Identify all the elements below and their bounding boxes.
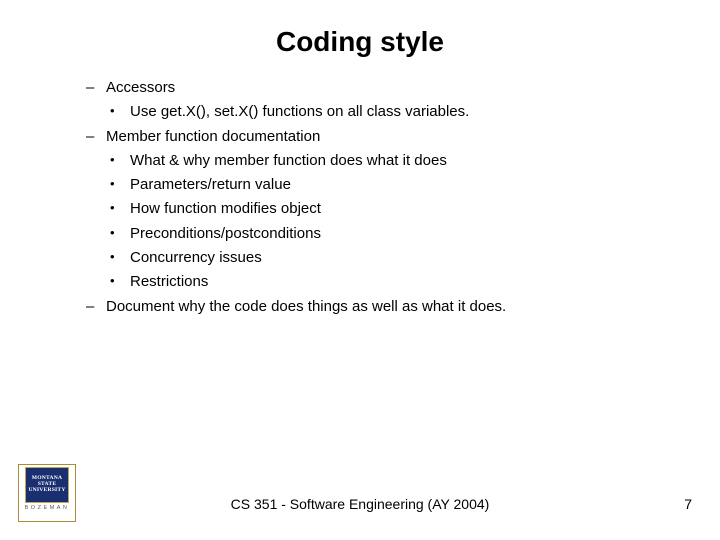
- list-item: Parameters/return value: [106, 173, 680, 197]
- slide-content: Accessors Use get.X(), set.X() functions…: [0, 76, 720, 319]
- list-item: Restrictions: [106, 270, 680, 294]
- list-item: What & why member function does what it …: [106, 149, 680, 173]
- list-item: Concurrency issues: [106, 246, 680, 270]
- montana-state-logo: MONTANA STATE UNIVERSITY BOZEMAN: [18, 464, 76, 522]
- footer-text: CS 351 - Software Engineering (AY 2004): [0, 496, 720, 512]
- list-item: Document why the code does things as wel…: [82, 295, 680, 319]
- page-number: 7: [684, 496, 692, 512]
- footer: MONTANA STATE UNIVERSITY BOZEMAN CS 351 …: [0, 462, 720, 522]
- list-item: Accessors: [82, 76, 680, 100]
- logo-line2: STATE UNIVERSITY: [28, 481, 65, 493]
- slide-title: Coding style: [0, 0, 720, 76]
- list-item: Preconditions/postconditions: [106, 222, 680, 246]
- list-item: Use get.X(), set.X() functions on all cl…: [106, 100, 680, 124]
- list-item: Member function documentation: [82, 125, 680, 149]
- list-item: How function modifies object: [106, 197, 680, 221]
